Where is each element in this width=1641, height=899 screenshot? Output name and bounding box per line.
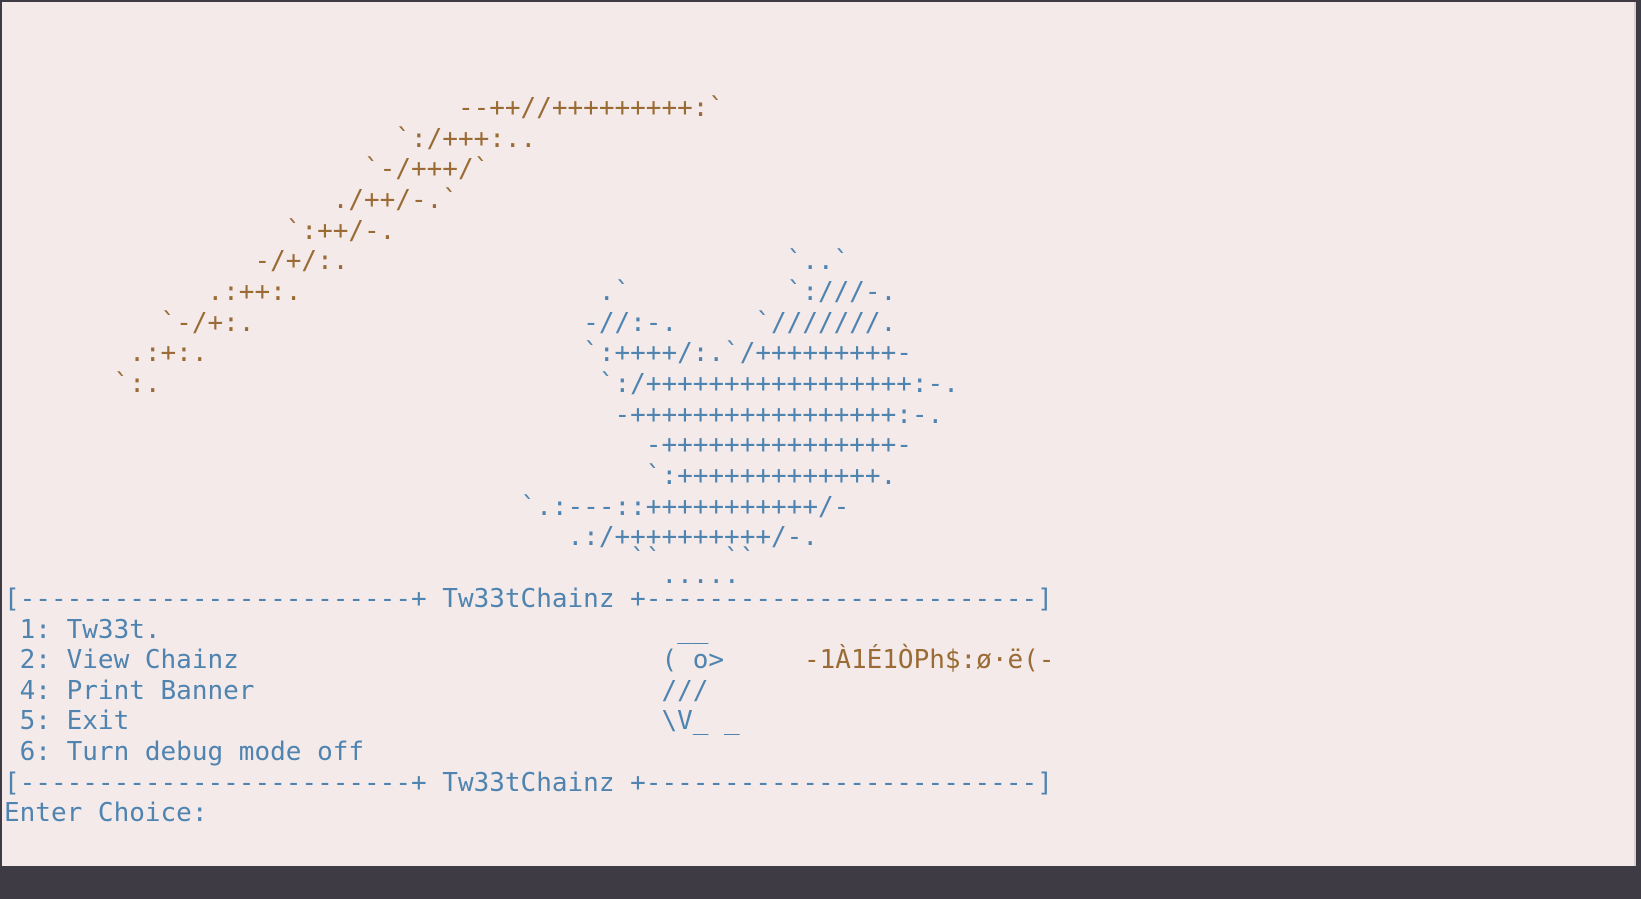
banner-blue-line: .` `:///-. (4, 277, 897, 307)
banner-blue-line: `..` (4, 246, 850, 276)
menu-separator-bottom: [-------------------------+ Tw33tChainz … (4, 768, 1053, 798)
menu-item-debug-mode: 6: Turn debug mode off (4, 737, 365, 767)
banner-blue-line: `.:---::+++++++++++/- (4, 492, 850, 522)
banner-orange-line: --++//+++++++++:` (4, 93, 725, 123)
banner-blue-line: -//:-. `///////. (4, 308, 897, 338)
banner-blue-line: -+++++++++++++++++:-. (4, 400, 944, 430)
banner-orange-line: `:/+++:.. (4, 124, 537, 154)
banner-orange-line: `:++/-. (4, 216, 396, 246)
window-bottom-frame (0, 866, 1641, 899)
banner-blue-line: -+++++++++++++++- (4, 430, 912, 460)
terminal-window[interactable]: --++//+++++++++:` `:/+++:.. `-/+++/` ./+… (2, 2, 1636, 866)
menu-separator-top: [-------------------------+ Tw33tChainz … (4, 584, 1053, 614)
bird-art-line: __ (4, 615, 709, 645)
bird-art-line: /// (4, 676, 709, 706)
tweet-garbage-text: -1À1É1ÒPh$:ø·ë(- (804, 645, 1055, 675)
prompt-label: Enter Choice: (4, 798, 224, 828)
banner-blue-line: `:++++/:.`/+++++++++- (4, 338, 912, 368)
banner-blue-line: `:/+++++++++++++++++:-. (4, 369, 959, 399)
banner-orange-line: ./++/-.` (4, 185, 458, 215)
prompt-line[interactable]: Enter Choice: (4, 797, 237, 829)
bird-art-line: \V_ _ (4, 706, 740, 736)
cursor[interactable] (223, 801, 237, 825)
banner-orange-line: `-/+++/` (4, 154, 490, 184)
bird-art-line: ( o> (4, 645, 725, 675)
banner-blue-line: `:+++++++++++++. (4, 461, 897, 491)
